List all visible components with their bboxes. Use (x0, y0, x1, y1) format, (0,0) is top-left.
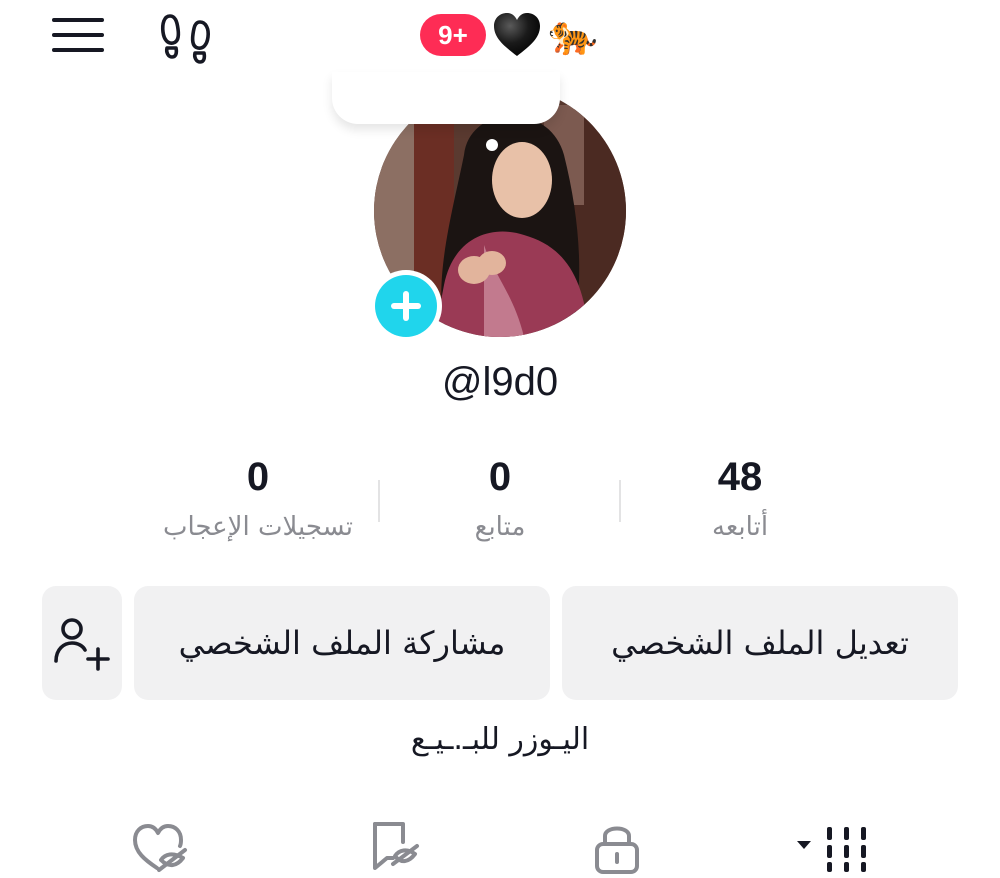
avatar-tooltip-tab (332, 72, 560, 124)
repost-icon (373, 822, 419, 870)
tab-videos[interactable] (790, 816, 880, 878)
liked-hidden-icon (133, 824, 187, 872)
add-user-icon (54, 618, 110, 671)
username: @l9d0 (441, 360, 559, 404)
add-friend-button[interactable] (42, 586, 122, 700)
profile-bio: اليـوزر للبـ.ـيـع (410, 722, 590, 757)
tab-reposts[interactable] (360, 816, 430, 878)
add-photo-button[interactable] (370, 270, 442, 342)
inbox-notification-area[interactable]: 9+ 🐅 (420, 12, 598, 58)
followers-stat[interactable]: 0 متابع (380, 452, 620, 542)
tab-liked[interactable] (128, 816, 192, 878)
likes-stat[interactable]: 0 تسجيلات الإعجاب (138, 452, 378, 542)
black-heart-icon (492, 12, 542, 58)
following-label: أتابعه (711, 512, 769, 542)
followers-label: متابع (474, 512, 526, 542)
footprint-icon[interactable] (160, 10, 214, 64)
tab-private[interactable] (582, 816, 652, 878)
share-profile-button[interactable]: مشاركة الملف الشخصي (134, 586, 550, 700)
notification-badge[interactable]: 9+ (420, 14, 486, 56)
following-count: 48 (717, 455, 763, 499)
menu-icon[interactable] (52, 16, 104, 54)
likes-label: تسجيلات الإعجاب (162, 512, 354, 542)
followers-count: 0 (488, 455, 512, 499)
lock-icon (595, 826, 639, 874)
grid-icon (797, 827, 866, 872)
tiger-emoji: 🐅 (548, 12, 598, 58)
plus-icon (391, 291, 421, 321)
following-stat[interactable]: 48 أتابعه (620, 452, 860, 542)
likes-count: 0 (246, 455, 270, 499)
edit-profile-button[interactable]: تعديل الملف الشخصي (562, 586, 958, 700)
stat-divider (378, 480, 380, 522)
